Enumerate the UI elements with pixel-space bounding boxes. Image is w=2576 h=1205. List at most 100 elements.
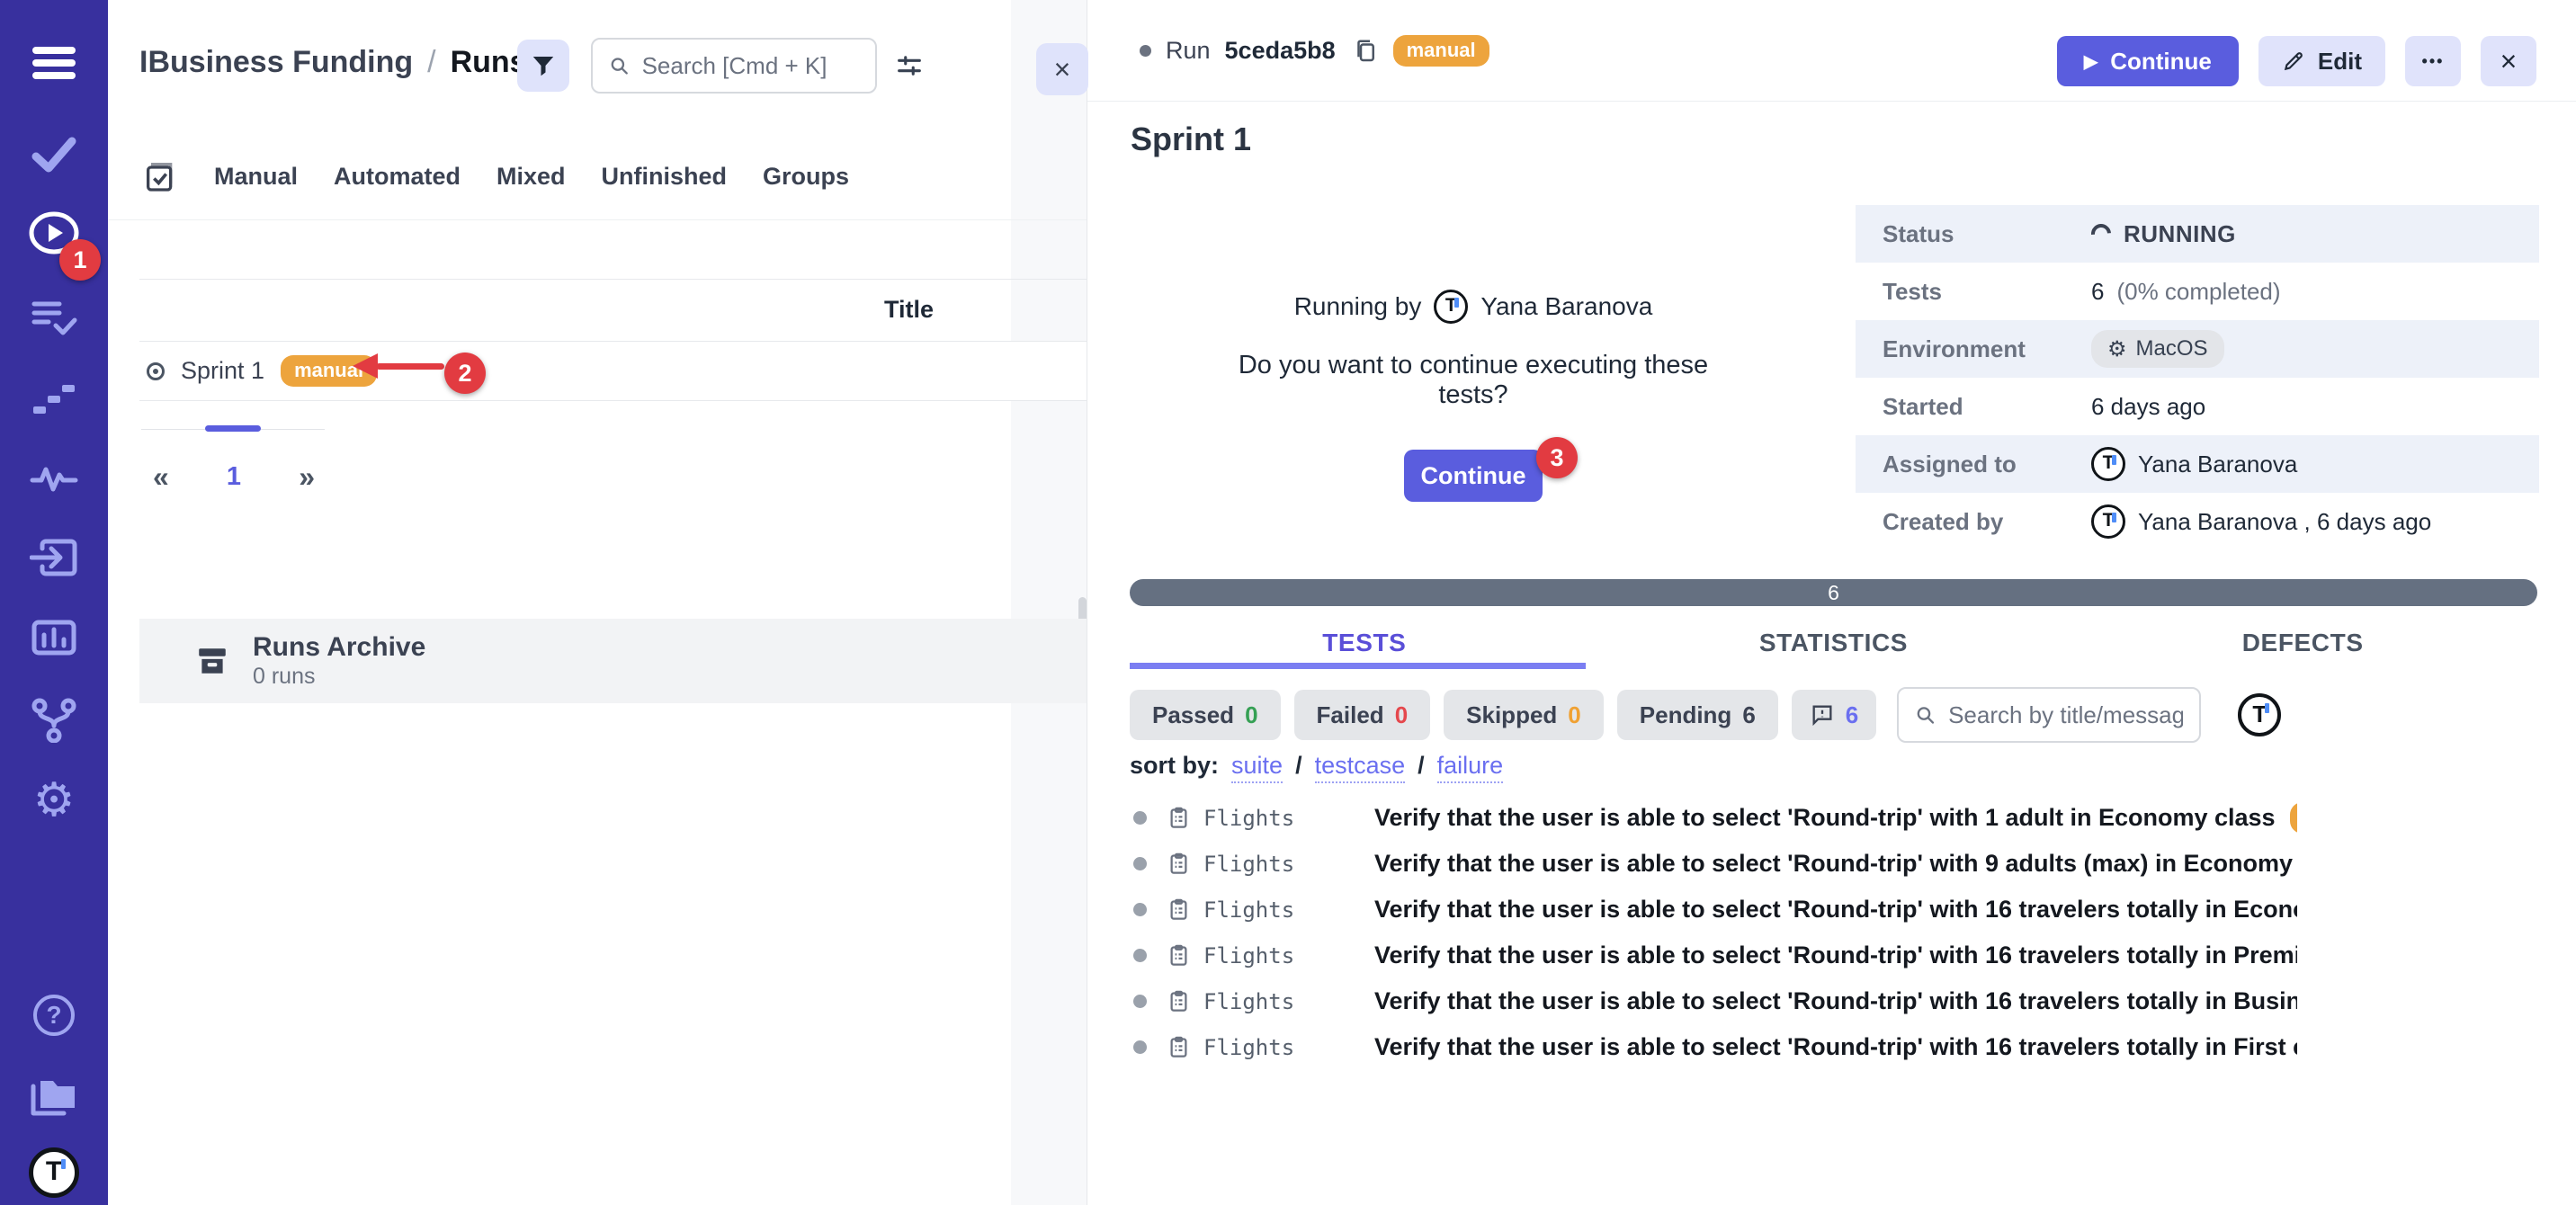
tests-search-input[interactable] xyxy=(1948,701,2183,729)
close-run-button[interactable]: × xyxy=(2481,36,2536,86)
reports-chart-icon[interactable] xyxy=(0,617,108,658)
continue-prompt: Running by T Yana Baranova Do you want t… xyxy=(1203,290,1743,502)
help-icon[interactable]: ? xyxy=(0,995,108,1036)
settings-gear-icon[interactable]: ⚙ xyxy=(0,777,108,824)
gear-icon: ⚙ xyxy=(2107,336,2127,362)
test-plans-icon[interactable] xyxy=(0,297,108,338)
continue-run-button[interactable]: Continue xyxy=(1404,450,1543,502)
tab-defects[interactable]: DEFECTS xyxy=(2068,620,2537,665)
test-status-dot xyxy=(1133,1040,1147,1054)
clipboard-icon xyxy=(1167,852,1191,876)
search-icon xyxy=(609,54,630,77)
test-row[interactable]: Flights Verify that the user is able to … xyxy=(1130,978,2297,1024)
pagination-next-button[interactable]: » xyxy=(299,460,315,494)
filter-funnel-button[interactable] xyxy=(517,40,569,92)
comment-icon xyxy=(1810,702,1835,727)
tab-unfinished[interactable]: Unfinished xyxy=(602,163,728,191)
running-by-label: Running by xyxy=(1294,292,1422,321)
test-status-dot xyxy=(1133,903,1147,916)
close-panel-button[interactable]: × xyxy=(1036,43,1088,95)
environment-pill[interactable]: ⚙MacOS xyxy=(2091,330,2224,368)
run-status-dot xyxy=(1140,45,1151,57)
spinner-icon xyxy=(2088,220,2115,248)
clipboard-icon xyxy=(1167,943,1191,968)
detail-row-tests: Tests 6(0% completed) xyxy=(1856,263,2539,320)
user-avatar: T xyxy=(2091,447,2125,481)
run-details-table: Status RUNNING Tests 6(0% completed) Env… xyxy=(1856,205,2539,550)
test-row[interactable]: Flights Verify that the user is able to … xyxy=(1130,841,2297,887)
filter-failed-chip[interactable]: Failed0 xyxy=(1294,690,1431,740)
test-row[interactable]: Flights Verify that the user is able to … xyxy=(1130,933,2297,978)
edit-button[interactable]: Edit xyxy=(2258,36,2385,86)
continue-button[interactable]: ▶ Continue xyxy=(2057,36,2239,86)
detail-row-status: Status RUNNING xyxy=(1856,205,2539,263)
annotation-step-1: 1 xyxy=(59,239,101,281)
tab-statistics[interactable]: STATISTICS xyxy=(1599,620,2069,665)
user-avatar: T xyxy=(1434,290,1468,324)
sort-label: sort by: xyxy=(1130,752,1219,780)
tab-mixed[interactable]: Mixed xyxy=(496,163,566,191)
comments-filter-chip[interactable]: 6 xyxy=(1792,690,1876,740)
filter-passed-chip[interactable]: Passed0 xyxy=(1130,690,1281,740)
divider xyxy=(108,219,1087,220)
runs-archive-row[interactable]: Runs Archive 0 runs xyxy=(139,619,1087,703)
account-logo-avatar[interactable]: T xyxy=(0,1147,108,1198)
play-icon: ▶ xyxy=(2084,50,2097,73)
tab-manual[interactable]: Manual xyxy=(214,163,298,191)
test-row[interactable]: Flights Verify that the user is able to … xyxy=(1130,795,2297,841)
annotation-step-2: 2 xyxy=(444,353,486,394)
funnel-icon xyxy=(530,52,557,79)
search-icon xyxy=(1915,703,1936,727)
test-status-dot xyxy=(1133,857,1147,870)
pagination-page-1[interactable]: 1 xyxy=(227,462,241,492)
test-row[interactable]: Flights Verify that the user is able to … xyxy=(1130,1024,2297,1070)
milestones-steps-icon[interactable] xyxy=(0,378,108,417)
pagination: « 1 » xyxy=(153,460,315,494)
more-options-button[interactable]: ••• xyxy=(2405,36,2461,86)
assignee-avatar[interactable]: T xyxy=(2238,693,2281,736)
view-settings-sliders-icon[interactable] xyxy=(894,50,925,85)
detail-row-created: Created by TYana Baranova , 6 days ago xyxy=(1856,493,2539,550)
test-filter-chips: Passed0 Failed0 Skipped0 Pending6 6 T xyxy=(1130,687,2281,743)
pagination-prev-button[interactable]: « xyxy=(153,460,169,494)
test-status-dot xyxy=(1133,995,1147,1008)
runs-search-input[interactable] xyxy=(642,52,859,80)
table-row[interactable]: Sprint 1 manual xyxy=(139,342,1087,401)
filter-skipped-chip[interactable]: Skipped0 xyxy=(1444,690,1604,740)
detail-row-environment: Environment ⚙MacOS xyxy=(1856,320,2539,378)
run-actions: ▶ Continue Edit ••• × xyxy=(2057,36,2536,86)
run-status-icon xyxy=(147,362,165,380)
branch-icon[interactable] xyxy=(0,698,108,743)
menu-icon[interactable] xyxy=(0,43,108,83)
tab-tests[interactable]: TESTS xyxy=(1130,620,1599,665)
run-title[interactable]: Sprint 1 xyxy=(181,357,264,385)
clipboard-icon xyxy=(1167,1035,1191,1059)
activity-pulse-icon[interactable] xyxy=(0,457,108,496)
projects-folders-icon[interactable] xyxy=(0,1076,108,1119)
test-status-dot xyxy=(1133,811,1147,825)
runs-search xyxy=(591,38,877,94)
tab-automated[interactable]: Automated xyxy=(334,163,461,191)
select-all-checkbox-icon[interactable] xyxy=(142,158,178,194)
test-row[interactable]: Flights Verify that the user is able to … xyxy=(1130,887,2297,933)
sort-by-suite-link[interactable]: suite xyxy=(1231,752,1283,783)
tests-list: Flights Verify that the user is able to … xyxy=(1130,795,2297,1070)
copy-icon[interactable] xyxy=(1352,38,1379,65)
filter-pending-chip[interactable]: Pending6 xyxy=(1617,690,1778,740)
tab-groups[interactable]: Groups xyxy=(763,163,849,191)
import-icon[interactable] xyxy=(0,536,108,579)
breadcrumb-separator: / xyxy=(427,45,435,80)
ellipsis-icon: ••• xyxy=(2422,52,2445,71)
tests-check-icon[interactable] xyxy=(0,135,108,174)
user-avatar: T xyxy=(2091,504,2125,539)
archive-title: Runs Archive xyxy=(253,632,425,664)
table-header: Title xyxy=(139,279,1087,342)
sort-by-testcase-link[interactable]: testcase xyxy=(1315,752,1406,783)
annotation-arrow-bar xyxy=(376,363,444,370)
column-header-title: Title xyxy=(884,296,934,324)
sort-by-failure-link[interactable]: failure xyxy=(1437,752,1504,783)
runs-filter-tabs: Manual Automated Mixed Unfinished Groups xyxy=(142,151,849,201)
sort-controls: sort by: suite / testcase / failure xyxy=(1130,752,1503,783)
test-status-dot xyxy=(1133,949,1147,962)
breadcrumb-project[interactable]: IBusiness Funding xyxy=(139,45,413,80)
